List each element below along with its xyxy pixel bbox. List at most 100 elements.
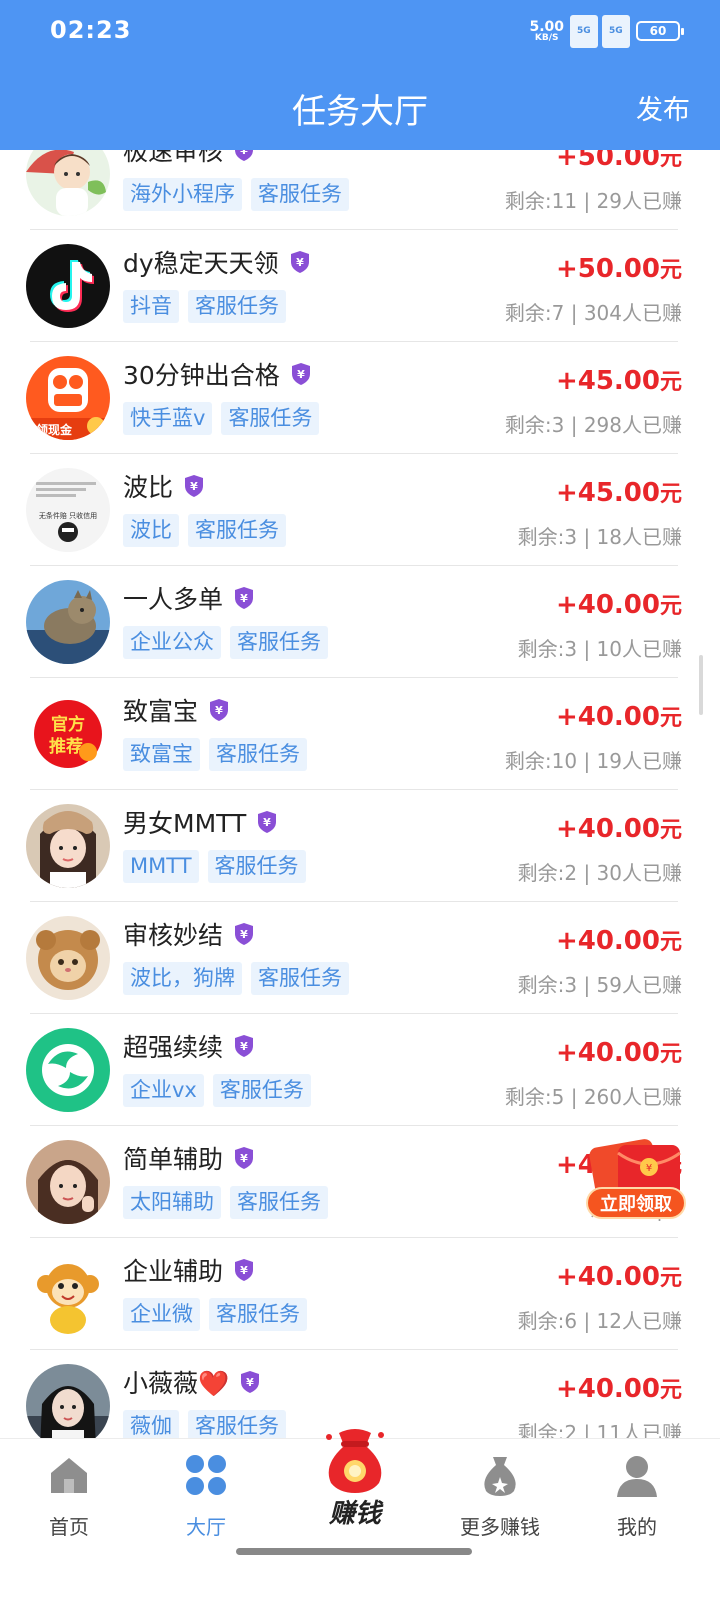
task-tags: MMTT 客服任务 [123,850,306,883]
task-title-row: 审核妙结 ¥ [123,916,255,952]
task-tag: 快手蓝v [123,402,213,435]
task-avatar: 无条件赔 只收信用 [26,468,110,552]
task-title-row: 超强续续 ¥ [123,1028,255,1064]
task-reward-unit: 元 [659,818,682,843]
nav-more-earn[interactable]: 更多赚钱 [440,1453,560,1540]
task-tag: 太阳辅助 [123,1186,221,1219]
task-earned: 30人已赚 [596,861,682,885]
task-item[interactable]: 无条件赔 只收信用 波比 ¥ 波比 客服任务 +45.00元剩余:3 | 18人已赚 [26,454,682,566]
task-earned: 260人已赚 [583,1085,682,1109]
task-name: 致富宝 [123,697,199,726]
task-item[interactable]: 一人多单 ¥ 企业公众 客服任务 +40.00元剩余:3 | 10人已赚 [26,566,682,678]
stats-divider: | [577,189,597,213]
status-icons: 5.00 KB/S 5G 5G 60 [529,15,684,48]
task-reward: +40.00元 [556,588,682,620]
task-earned: 298人已赚 [583,413,682,437]
task-name: 一人多单 [123,585,224,614]
task-tag: 波比 [123,514,179,547]
task-remaining: 剩余:6 [517,1309,578,1333]
task-tag: 波比，狗牌 [123,962,242,995]
task-item[interactable]: 超强续续 ¥ 企业vx 客服任务 +40.00元 剩余:5 | 260人已赚 [26,1014,682,1126]
stats-divider: | [564,1085,584,1109]
nav-earn[interactable]: 赚钱 [300,1425,410,1530]
task-list[interactable]: 极速审核 ¥ 海外小程序 客服任务 +50.00元 剩余:11 | 29人已赚 dy稳定天天… [0,118,690,1462]
net-speed-unit: KB/S [534,32,559,43]
task-stats: 剩余:2 | 30人已赚 [518,857,682,886]
task-reward: +40.00元 [556,1260,682,1292]
task-reward-amount: +45.00 [555,478,660,508]
svg-text:¥: ¥ [240,928,248,941]
task-earned: 10人已赚 [596,637,682,661]
task-reward: +45.00元 [556,476,682,508]
task-item[interactable]: 男女MMTT ¥ MMTT 客服任务 +40.00元 剩余:2 | 30人已赚 [26,790,682,902]
task-remaining: 剩余:2 [517,861,578,885]
task-tag: 抖音 [123,290,179,323]
task-item[interactable]: 简单辅助¥太阳辅助客服任务+40.00元剩余:7 | 3 [26,1126,682,1238]
stats-divider: | [577,1309,597,1333]
task-tags: 抖音 客服任务 [123,290,286,323]
task-title-row: 简单辅助 ¥ [123,1140,255,1176]
task-stats: 剩余:11 | 29人已赚 [505,185,682,214]
nav-hall[interactable]: 大厅 [146,1453,266,1540]
task-item[interactable]: 官方 推荐 致富宝 ¥ 致富宝 客服任务 +40.00元 剩余:10 | 19人已赚 [26,678,682,790]
task-stats: 剩余:7 | 304人已赚 [505,297,682,326]
task-item[interactable]: 领现金 30分钟出合格 ¥ 快手蓝v 客服任务 +45.00元 剩余:3 | 298人已赚 [26,342,682,454]
task-tag: 海外小程序 [123,178,242,211]
task-stats: 剩余:3 | 10人已赚 [518,633,682,662]
task-tags: 波比 客服任务 [123,514,286,547]
nav-mine[interactable]: 我的 [577,1453,697,1540]
verified-shield-icon: ¥ [290,251,309,273]
task-reward-unit: 元 [659,370,682,395]
publish-button[interactable]: 发布 [636,88,690,127]
home-indicator[interactable] [236,1548,472,1555]
verified-shield-icon: ¥ [235,587,254,609]
svg-text:官方: 官方 [51,714,85,735]
task-tags: 企业公众 客服任务 [123,626,328,659]
scrollbar[interactable] [699,655,703,715]
task-tag: 致富宝 [123,738,200,771]
task-tags: 企业vx 客服任务 [123,1074,311,1107]
task-name: 波比 [123,473,174,502]
nav-home[interactable]: 首页 [9,1453,129,1540]
task-reward: +40.00元 [556,812,682,844]
task-title-row: 30分钟出合格 ¥ [123,356,312,392]
task-earned: 304人已赚 [583,301,682,325]
verified-shield-icon: ¥ [185,475,204,497]
stats-divider: | [577,637,597,661]
stats-divider: | [577,749,597,773]
task-tags: 快手蓝v 客服任务 [123,402,320,435]
task-tag: MMTT [123,850,199,883]
battery-icon: 60 [636,21,684,41]
task-item[interactable]: 审核妙结 ¥ 波比，狗牌 客服任务 +40.00元 剩余:3 | 59人已赚 [26,902,682,1014]
task-item[interactable]: dy稳定天天领 ¥ 抖音 客服任务 +50.00元 剩余:7 | 304人已赚 [26,230,682,342]
task-name: 企业辅助 [123,1257,224,1286]
task-reward-amount: +40.00 [555,1374,660,1404]
verified-shield-icon: ¥ [235,1035,254,1057]
task-reward-unit: 元 [659,258,682,283]
svg-text:¥: ¥ [240,592,248,605]
task-stats: 剩余:3 | 18人已赚 [518,521,682,550]
svg-text:¥: ¥ [263,816,271,829]
task-stats: 剩余:3 | 59人已赚 [518,969,682,998]
task-earned: 29人已赚 [596,189,682,213]
task-reward-amount: +40.00 [555,926,660,956]
task-avatar [26,916,110,1000]
nav-more-earn-label: 更多赚钱 [460,1515,540,1539]
verified-shield-icon: ¥ [291,363,310,385]
task-reward-unit: 元 [659,706,682,731]
verified-shield-icon: ¥ [235,923,254,945]
task-name: 超强续续 [123,1033,224,1062]
task-tag: 客服任务 [221,402,320,435]
bottom-nav: 首页 大厅 赚钱 更多赚钱 我的 [0,1429,720,1600]
stats-divider: | [564,413,584,437]
svg-text:¥: ¥ [215,704,223,717]
svg-text:¥: ¥ [646,1163,652,1174]
sim1-label: 5G [570,15,598,48]
money-bag-icon [326,1429,384,1493]
task-tag: 企业微 [123,1298,200,1331]
task-item[interactable]: 企业辅助 ¥ 企业微 客服任务 +40.00元 剩余:6 | 12人已赚 [26,1238,682,1350]
task-reward-amount: +40.00 [555,1262,660,1292]
red-packet-float-button[interactable]: ¥ 立即领取 [582,1135,690,1223]
task-reward-amount: +40.00 [555,590,660,620]
page-title: 任务大厅 [292,92,428,132]
